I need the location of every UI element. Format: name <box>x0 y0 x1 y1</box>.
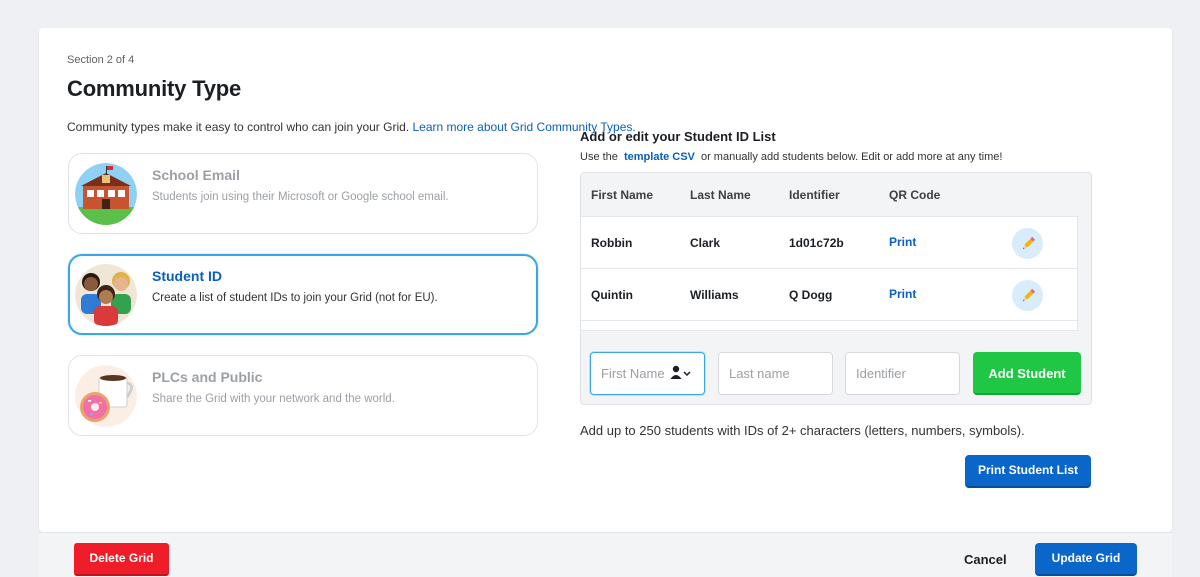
cancel-button[interactable]: Cancel <box>964 552 1007 567</box>
column-first-name: First Name <box>591 188 654 202</box>
add-student-button[interactable]: Add Student <box>973 352 1081 395</box>
delete-grid-button[interactable]: Delete Grid <box>74 543 169 576</box>
description: Community types make it easy to control … <box>67 120 636 134</box>
type-option-title: School Email <box>152 167 240 183</box>
first-name-input[interactable]: First Name <box>590 352 705 395</box>
column-identifier: Identifier <box>789 188 840 202</box>
first-name-placeholder: First Name <box>601 366 665 381</box>
student-table[interactable]: First Name Last Name Identifier QR Code … <box>581 173 1078 331</box>
student-list-instructions: Use the template CSV or manually add stu… <box>580 151 1002 163</box>
edit-student-button[interactable] <box>1012 228 1043 259</box>
type-option-student-id[interactable]: Student ID Create a list of student IDs … <box>68 254 538 335</box>
type-option-desc: Create a list of student IDs to join you… <box>152 292 438 304</box>
print-qr-link[interactable]: Print <box>889 287 916 301</box>
column-qr-code: QR Code <box>889 188 941 202</box>
description-text: Community types make it easy to control … <box>67 120 413 134</box>
cell-last-name: Williams <box>690 288 739 302</box>
column-last-name: Last Name <box>690 188 751 202</box>
student-list-heading: Add or edit your Student ID List <box>580 129 776 144</box>
type-option-plcs-public[interactable]: PLCs and Public Share the Grid with your… <box>68 355 538 436</box>
students-group-icon <box>75 264 137 326</box>
type-option-desc: Students join using their Microsoft or G… <box>152 191 449 203</box>
identifier-input[interactable]: Identifier <box>845 352 960 395</box>
edit-student-button[interactable] <box>1012 280 1043 311</box>
coffee-donut-icon <box>75 365 137 427</box>
student-limit-note: Add up to 250 students with IDs of 2+ ch… <box>580 423 1025 438</box>
page-title: Community Type <box>67 76 242 101</box>
table-row: Robbin Clark 1d01c72b Print <box>581 217 1078 269</box>
table-row: Quintin Williams Q Dogg Print <box>581 269 1078 321</box>
cell-last-name: Clark <box>690 236 721 250</box>
type-option-desc: Share the Grid with your network and the… <box>152 393 395 405</box>
instructions-before: Use the <box>580 151 618 163</box>
footer-bar: Delete Grid Cancel Update Grid <box>39 532 1172 577</box>
pencil-icon <box>1022 288 1035 301</box>
cell-identifier: Q Dogg <box>789 288 833 302</box>
section-label: Section 2 of 4 <box>67 54 135 66</box>
school-building-icon <box>75 163 137 225</box>
template-csv-link[interactable]: template CSV <box>624 151 695 163</box>
type-option-title: Student ID <box>152 268 222 284</box>
last-name-input[interactable]: Last name <box>718 352 833 395</box>
print-student-list-button[interactable]: Print Student List <box>965 455 1091 488</box>
print-qr-link[interactable]: Print <box>889 235 916 249</box>
type-option-school-email[interactable]: School Email Students join using their M… <box>68 153 538 234</box>
cell-first-name: Quintin <box>591 288 633 302</box>
student-list-panel: First Name Last Name Identifier QR Code … <box>580 172 1092 405</box>
type-option-title: PLCs and Public <box>152 369 263 385</box>
table-header: First Name Last Name Identifier QR Code <box>581 173 1078 217</box>
pencil-icon <box>1022 236 1035 249</box>
update-grid-button[interactable]: Update Grid <box>1035 543 1137 576</box>
contact-autofill-icon[interactable] <box>670 353 692 411</box>
cell-identifier: 1d01c72b <box>789 236 844 250</box>
instructions-after: or manually add students below. Edit or … <box>700 151 1003 163</box>
cell-first-name: Robbin <box>591 236 633 250</box>
